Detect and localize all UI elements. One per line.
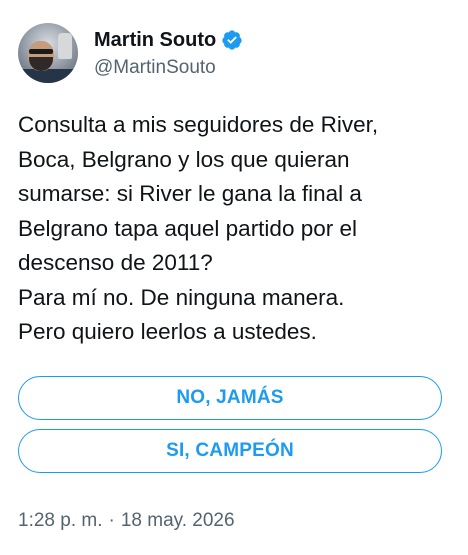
name-row: Martin Souto <box>94 27 243 53</box>
tweet-text-line: Para mí no. De ninguna manera. <box>18 284 345 310</box>
avatar[interactable] <box>18 23 78 83</box>
tweet-text-line: descenso de 2011? <box>18 250 213 275</box>
poll-option-no-jamas[interactable]: NO, JAMÁS <box>18 376 442 420</box>
tweet-text: Consulta a mis seguidores de River, Boca… <box>18 108 458 350</box>
tweet-header: Martin Souto @MartinSouto <box>18 22 243 84</box>
author-display-name[interactable]: Martin Souto <box>94 29 216 52</box>
tweet-time[interactable]: 1:28 p. m. <box>18 510 103 532</box>
avatar-glasses <box>29 49 53 54</box>
author-handle[interactable]: @MartinSouto <box>94 57 243 79</box>
tweet-text-line: sumarse: si River le gana la final a <box>18 181 362 206</box>
tweet-date[interactable]: 18 may. 2026 <box>121 510 235 532</box>
tweet-text-line: Consulta a mis seguidores de River, <box>18 112 379 137</box>
tweet-card: Martin Souto @MartinSouto Consulta a mis… <box>0 0 468 555</box>
tweet-timestamp[interactable]: 1:28 p. m. · 18 may. 2026 <box>18 510 235 532</box>
avatar-shirt <box>18 69 78 83</box>
timestamp-separator: · <box>108 510 115 531</box>
verified-badge-icon <box>222 30 242 50</box>
tweet-text-line: Pero quiero leerlos a ustedes. <box>18 319 317 344</box>
tweet-text-line: Boca, Belgrano y los que quieran <box>18 146 350 172</box>
author-names: Martin Souto @MartinSouto <box>94 27 243 79</box>
tweet-text-line: Belgrano tapa aquel partido por el <box>18 215 357 241</box>
poll: NO, JAMÁS SI, CAMPEÓN <box>18 376 442 473</box>
poll-option-si-campeon[interactable]: SI, CAMPEÓN <box>18 429 442 473</box>
avatar-trophy <box>58 33 72 59</box>
